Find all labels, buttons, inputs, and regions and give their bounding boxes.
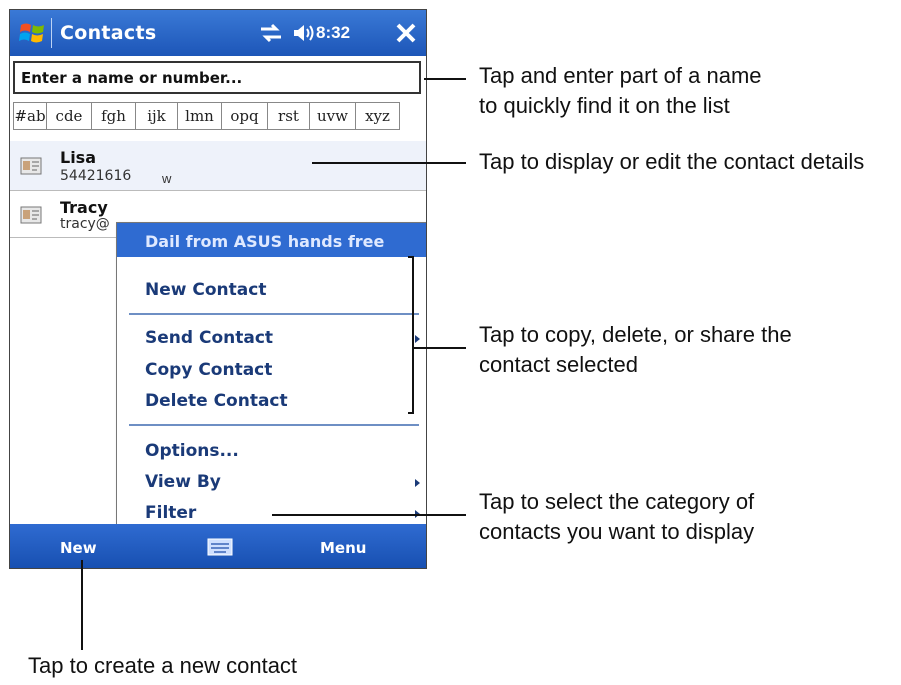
keyboard-icon[interactable] xyxy=(207,538,233,556)
callout-line-new xyxy=(81,560,83,650)
callout-copy: Tap to copy, delete, or share the contac… xyxy=(479,320,792,380)
callout-filter-line2: contacts you want to display xyxy=(479,519,755,544)
alphabet-tabs: #ab cde fgh ijk lmn opq rst uvw xyz xyxy=(13,102,400,132)
callout-filter: Tap to select the category of contacts y… xyxy=(479,487,754,547)
tab-lmn[interactable]: lmn xyxy=(178,102,222,130)
menu-item-send-contact[interactable]: Send Contact xyxy=(145,328,273,348)
search-placeholder: Enter a name or number... xyxy=(21,69,243,87)
contact-name: Lisa xyxy=(60,148,96,167)
tab-fgh[interactable]: fgh xyxy=(92,102,136,130)
callout-line-search xyxy=(424,78,466,80)
callout-search-line2: to quickly find it on the list xyxy=(479,93,730,118)
tab-uvw[interactable]: uvw xyxy=(310,102,356,130)
menu-separator xyxy=(129,424,419,426)
menu-item-filter[interactable]: Filter xyxy=(145,503,196,523)
search-input[interactable]: Enter a name or number... xyxy=(13,61,421,94)
title-separator xyxy=(51,18,52,48)
connectivity-icon[interactable] xyxy=(258,21,284,45)
menu-item-dial[interactable]: Dail from ASUS hands free xyxy=(117,223,426,257)
pocket-pc-screen: Contacts 8:32 Enter a name or number... … xyxy=(9,9,427,569)
contact-name: Tracy xyxy=(60,198,108,217)
context-menu: Dail from ASUS hands free New Contact Se… xyxy=(116,222,426,526)
callout-details: Tap to display or edit the contact detai… xyxy=(479,149,865,174)
submenu-arrow-icon xyxy=(415,335,420,343)
app-title: Contacts xyxy=(60,22,157,44)
callout-copy-line1: Tap to copy, delete, or share the xyxy=(479,322,792,347)
callout-new: Tap to create a new contact xyxy=(28,653,298,678)
bracket-vertical xyxy=(412,256,414,414)
title-bar: Contacts 8:32 xyxy=(10,10,426,56)
callout-line-filter xyxy=(272,514,466,516)
menu-separator xyxy=(129,313,419,315)
contact-detail: 54421616 xyxy=(60,168,132,184)
tab-ab[interactable]: #ab xyxy=(13,102,47,130)
callout-line-details xyxy=(312,162,466,164)
callout-copy-line2: contact selected xyxy=(479,352,638,377)
menu-item-options[interactable]: Options... xyxy=(145,441,239,461)
close-icon[interactable] xyxy=(392,19,420,47)
callout-search-line1: Tap and enter part of a name xyxy=(479,63,762,88)
windows-logo-icon[interactable] xyxy=(18,19,48,47)
contact-card-icon xyxy=(20,206,42,224)
bracket-bottom xyxy=(408,412,413,414)
soft-key-bar: New Menu xyxy=(10,524,426,568)
menu-item-new-contact[interactable]: New Contact xyxy=(145,280,266,300)
menu-item-copy-contact[interactable]: Copy Contact xyxy=(145,360,272,380)
menu-item-view-by[interactable]: View By xyxy=(145,472,221,492)
contact-detail: tracy@ xyxy=(60,216,110,232)
menu-item-delete-contact[interactable]: Delete Contact xyxy=(145,391,288,411)
tab-xyz[interactable]: xyz xyxy=(356,102,400,130)
callout-search: Tap and enter part of a name to quickly … xyxy=(479,61,762,121)
new-softkey[interactable]: New xyxy=(60,539,97,557)
tab-opq[interactable]: opq xyxy=(222,102,268,130)
contact-type-tag: w xyxy=(162,171,172,186)
volume-icon[interactable] xyxy=(292,22,316,44)
callout-line-copy xyxy=(412,347,466,349)
callout-filter-line1: Tap to select the category of xyxy=(479,489,755,514)
tab-cde[interactable]: cde xyxy=(47,102,92,130)
menu-softkey[interactable]: Menu xyxy=(320,539,366,557)
tab-rst[interactable]: rst xyxy=(268,102,310,130)
tab-ijk[interactable]: ijk xyxy=(136,102,178,130)
submenu-arrow-icon xyxy=(415,479,420,487)
contact-card-icon xyxy=(20,157,42,175)
contact-row-lisa[interactable]: Lisa 54421616 w xyxy=(10,141,426,191)
clock[interactable]: 8:32 xyxy=(316,23,350,43)
